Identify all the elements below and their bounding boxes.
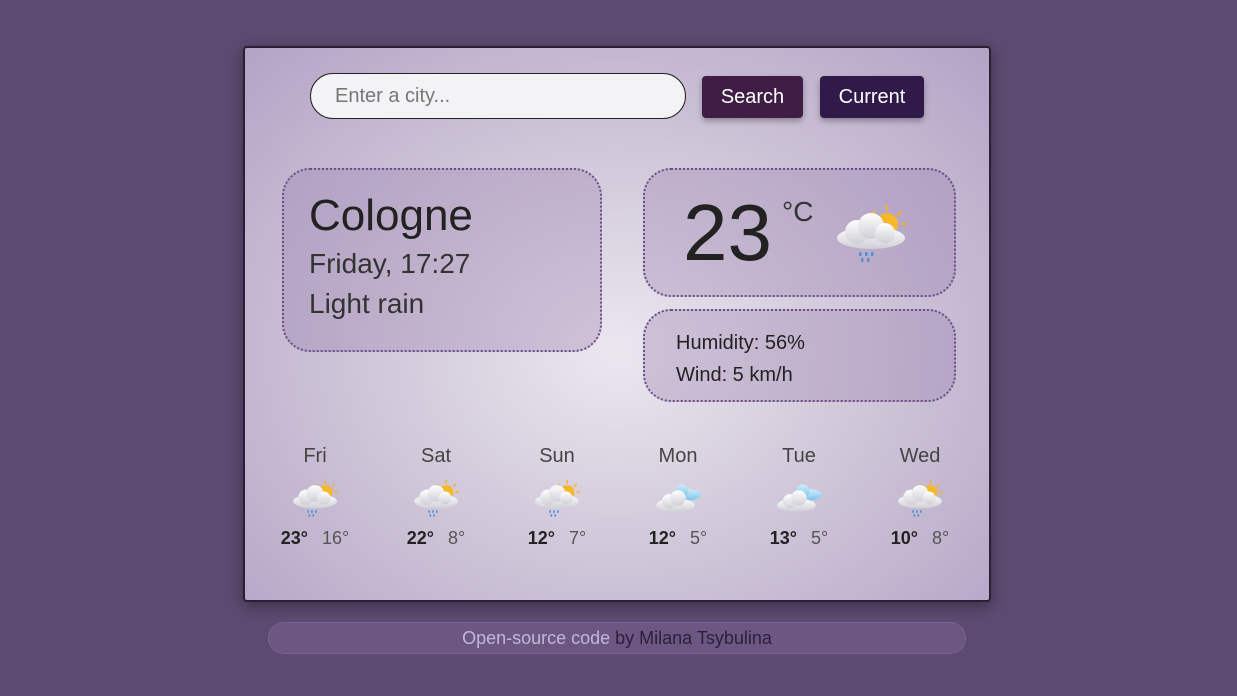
rain-sun-cloud-icon (410, 478, 462, 518)
forecast-max-temp: 12° (648, 528, 676, 548)
clouds-icon (652, 478, 704, 518)
footer: Open-source code by Milana Tsybulina (268, 622, 966, 654)
forecast-max-temp: 22° (406, 528, 434, 548)
rain-sun-cloud-icon (894, 478, 946, 518)
forecast-max-temp: 13° (769, 528, 797, 548)
wind: Wind: 5 km/h (676, 364, 793, 386)
current-datetime: Friday, 17:27 (309, 248, 471, 279)
source-code-link[interactable]: Open-source code (462, 628, 610, 648)
weather-description: Light rain (309, 288, 425, 319)
forecast-min-temp: 5° (811, 528, 829, 548)
forecast-min-temp: 16° (322, 528, 350, 548)
details-card: Humidity: 56% Wind: 5 km/h (643, 309, 956, 402)
rain-sun-cloud-icon (289, 478, 341, 518)
forecast-day: Mon 12° 5° (623, 442, 733, 549)
current-location-button[interactable]: Current (820, 76, 924, 118)
weather-app: Search Current Cologne Friday, 17:27 Lig… (243, 46, 991, 602)
temperature-card: 23 °C (643, 168, 956, 297)
forecast-min-temp: 8° (448, 528, 466, 548)
forecast-day-name: Fri (303, 445, 327, 467)
author-credit: by Milana Tsybulina (610, 628, 772, 648)
current-temperature: 23 (683, 188, 772, 277)
forecast-max-temp: 10° (890, 528, 918, 548)
city-search-input[interactable] (310, 73, 686, 119)
forecast-min-temp: 5° (690, 528, 708, 548)
city-card: Cologne Friday, 17:27 Light rain (282, 168, 602, 352)
rain-sun-cloud-icon (531, 478, 583, 518)
humidity: Humidity: 56% (676, 332, 805, 354)
forecast-day-name: Mon (658, 445, 698, 467)
forecast-min-temp: 8° (932, 528, 950, 548)
rain-sun-cloud-icon (831, 202, 911, 264)
forecast-day-name: Tue (782, 445, 816, 467)
forecast-day: Sat 22° 8° (381, 442, 491, 549)
forecast-max-temp: 12° (527, 528, 555, 548)
forecast-day: Wed 10° 8° (865, 442, 975, 549)
forecast-day: Tue 13° 5° (744, 442, 854, 549)
forecast-day-name: Wed (899, 445, 941, 467)
search-button[interactable]: Search (702, 76, 803, 118)
forecast-day-name: Sat (420, 445, 452, 467)
forecast-day-name: Sun (539, 445, 575, 467)
clouds-icon (773, 478, 825, 518)
city-name: Cologne (309, 191, 473, 240)
forecast-max-temp: 23° (280, 528, 308, 548)
temperature-unit: °C (782, 196, 814, 227)
forecast-day: Fri 23° 16° (260, 442, 370, 549)
forecast-day: Sun 12° 7° (502, 442, 612, 549)
forecast-min-temp: 7° (569, 528, 587, 548)
